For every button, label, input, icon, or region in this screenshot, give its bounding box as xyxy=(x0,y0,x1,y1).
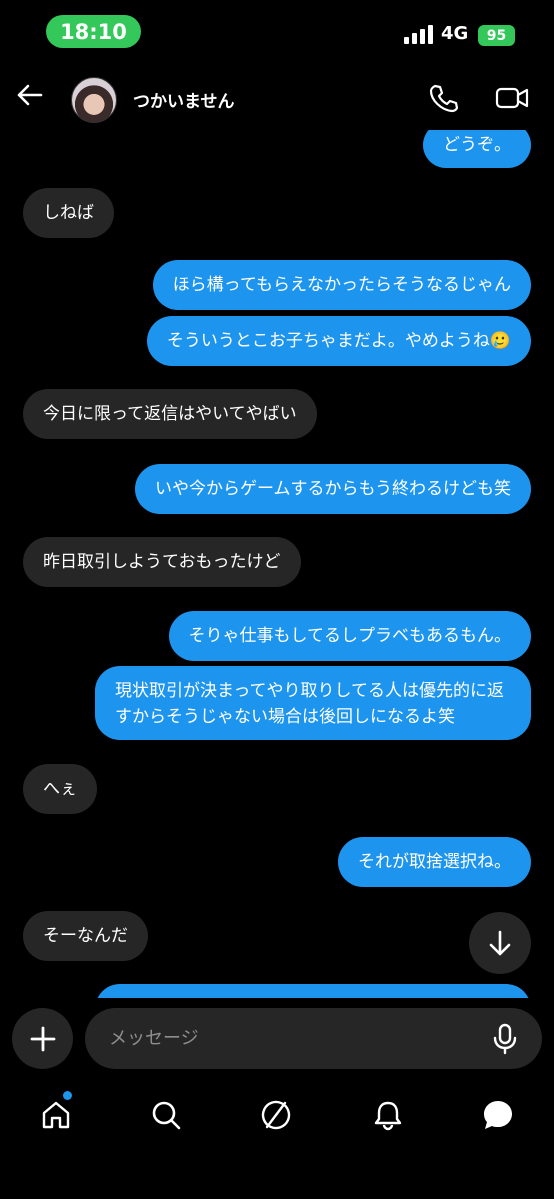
message-input[interactable] xyxy=(85,1008,542,1069)
message-outgoing[interactable]: そういうとこお子ちゃまだよ。やめようね🥲 xyxy=(146,316,531,366)
phone-icon xyxy=(429,84,459,113)
plus-icon xyxy=(30,1026,55,1051)
message-outgoing[interactable]: そりゃ仕事もしてるしプラベもあるもん。 xyxy=(168,611,531,661)
signal-icon xyxy=(404,24,434,44)
add-attachment-button[interactable] xyxy=(12,1008,73,1069)
message-line: すからそうじゃない場合は後回しになるよ笑 xyxy=(115,707,455,727)
avatar[interactable] xyxy=(71,77,117,123)
nav-explore[interactable] xyxy=(258,1097,294,1133)
message-outgoing[interactable]: それが取捨選択ね。 xyxy=(338,837,531,887)
message-outgoing[interactable]: いや今からゲームするからもう終わるけども笑 xyxy=(135,464,531,514)
microphone-icon xyxy=(493,1023,517,1055)
message-outgoing[interactable]: ほら構ってもらえなかったらそうなるじゃん xyxy=(152,260,531,310)
call-button[interactable] xyxy=(427,82,459,114)
voice-message-button[interactable] xyxy=(490,1023,520,1055)
compass-icon xyxy=(261,1100,291,1130)
composer xyxy=(0,1003,554,1073)
message-text: そういうとこお子ちゃまだよ。やめようね xyxy=(166,331,490,351)
nav-messages[interactable] xyxy=(480,1097,516,1133)
message-incoming[interactable]: 今日に限って返信はやいてやばい xyxy=(23,389,317,439)
nav-home[interactable] xyxy=(38,1097,74,1133)
chat-header: つかいません xyxy=(0,62,554,134)
back-button[interactable] xyxy=(12,78,46,112)
status-bar: 18:10 4G 95 xyxy=(0,0,554,62)
battery-level: 95 xyxy=(486,27,507,44)
chat-bubble-icon xyxy=(484,1101,512,1129)
message-line: 現状取引が決まってやり取りしてる人は優先的に返 xyxy=(115,681,504,701)
nav-notifications[interactable] xyxy=(370,1097,406,1133)
battery-icon: 95 xyxy=(478,25,515,46)
message-list[interactable]: どうぞ。 しねば ほら構ってもらえなかったらそうなるじゃん そういうとこお子ちゃ… xyxy=(0,130,554,998)
contact-name[interactable]: つかいません xyxy=(133,87,235,112)
message-incoming[interactable]: 昨日取引しようておもったけど xyxy=(23,537,301,587)
bell-icon xyxy=(374,1101,402,1131)
message-incoming[interactable]: そーなんだ xyxy=(23,911,148,961)
video-call-button[interactable] xyxy=(494,82,530,114)
video-camera-icon xyxy=(495,87,529,109)
scroll-to-bottom-button[interactable] xyxy=(469,912,531,974)
message-incoming[interactable]: しねば xyxy=(23,188,114,238)
arrow-down-icon xyxy=(489,930,511,956)
message-outgoing[interactable]: どうぞ。 xyxy=(423,130,531,168)
home-icon xyxy=(42,1101,70,1129)
message-incoming[interactable]: へぇ xyxy=(23,764,97,814)
arrow-left-icon xyxy=(17,84,43,106)
emoji-icon: 🥲 xyxy=(489,331,511,351)
status-time: 18:10 xyxy=(46,15,141,48)
network-type: 4G xyxy=(441,23,469,44)
notification-dot xyxy=(63,1091,72,1100)
search-icon xyxy=(152,1101,181,1130)
message-outgoing[interactable]: 現状取引が決まってやり取りしてる人は優先的に返 すからそうじゃない場合は後回しに… xyxy=(95,666,531,740)
bottom-nav xyxy=(0,1083,554,1153)
message-outgoing-partial[interactable] xyxy=(95,984,531,998)
nav-search[interactable] xyxy=(148,1097,184,1133)
